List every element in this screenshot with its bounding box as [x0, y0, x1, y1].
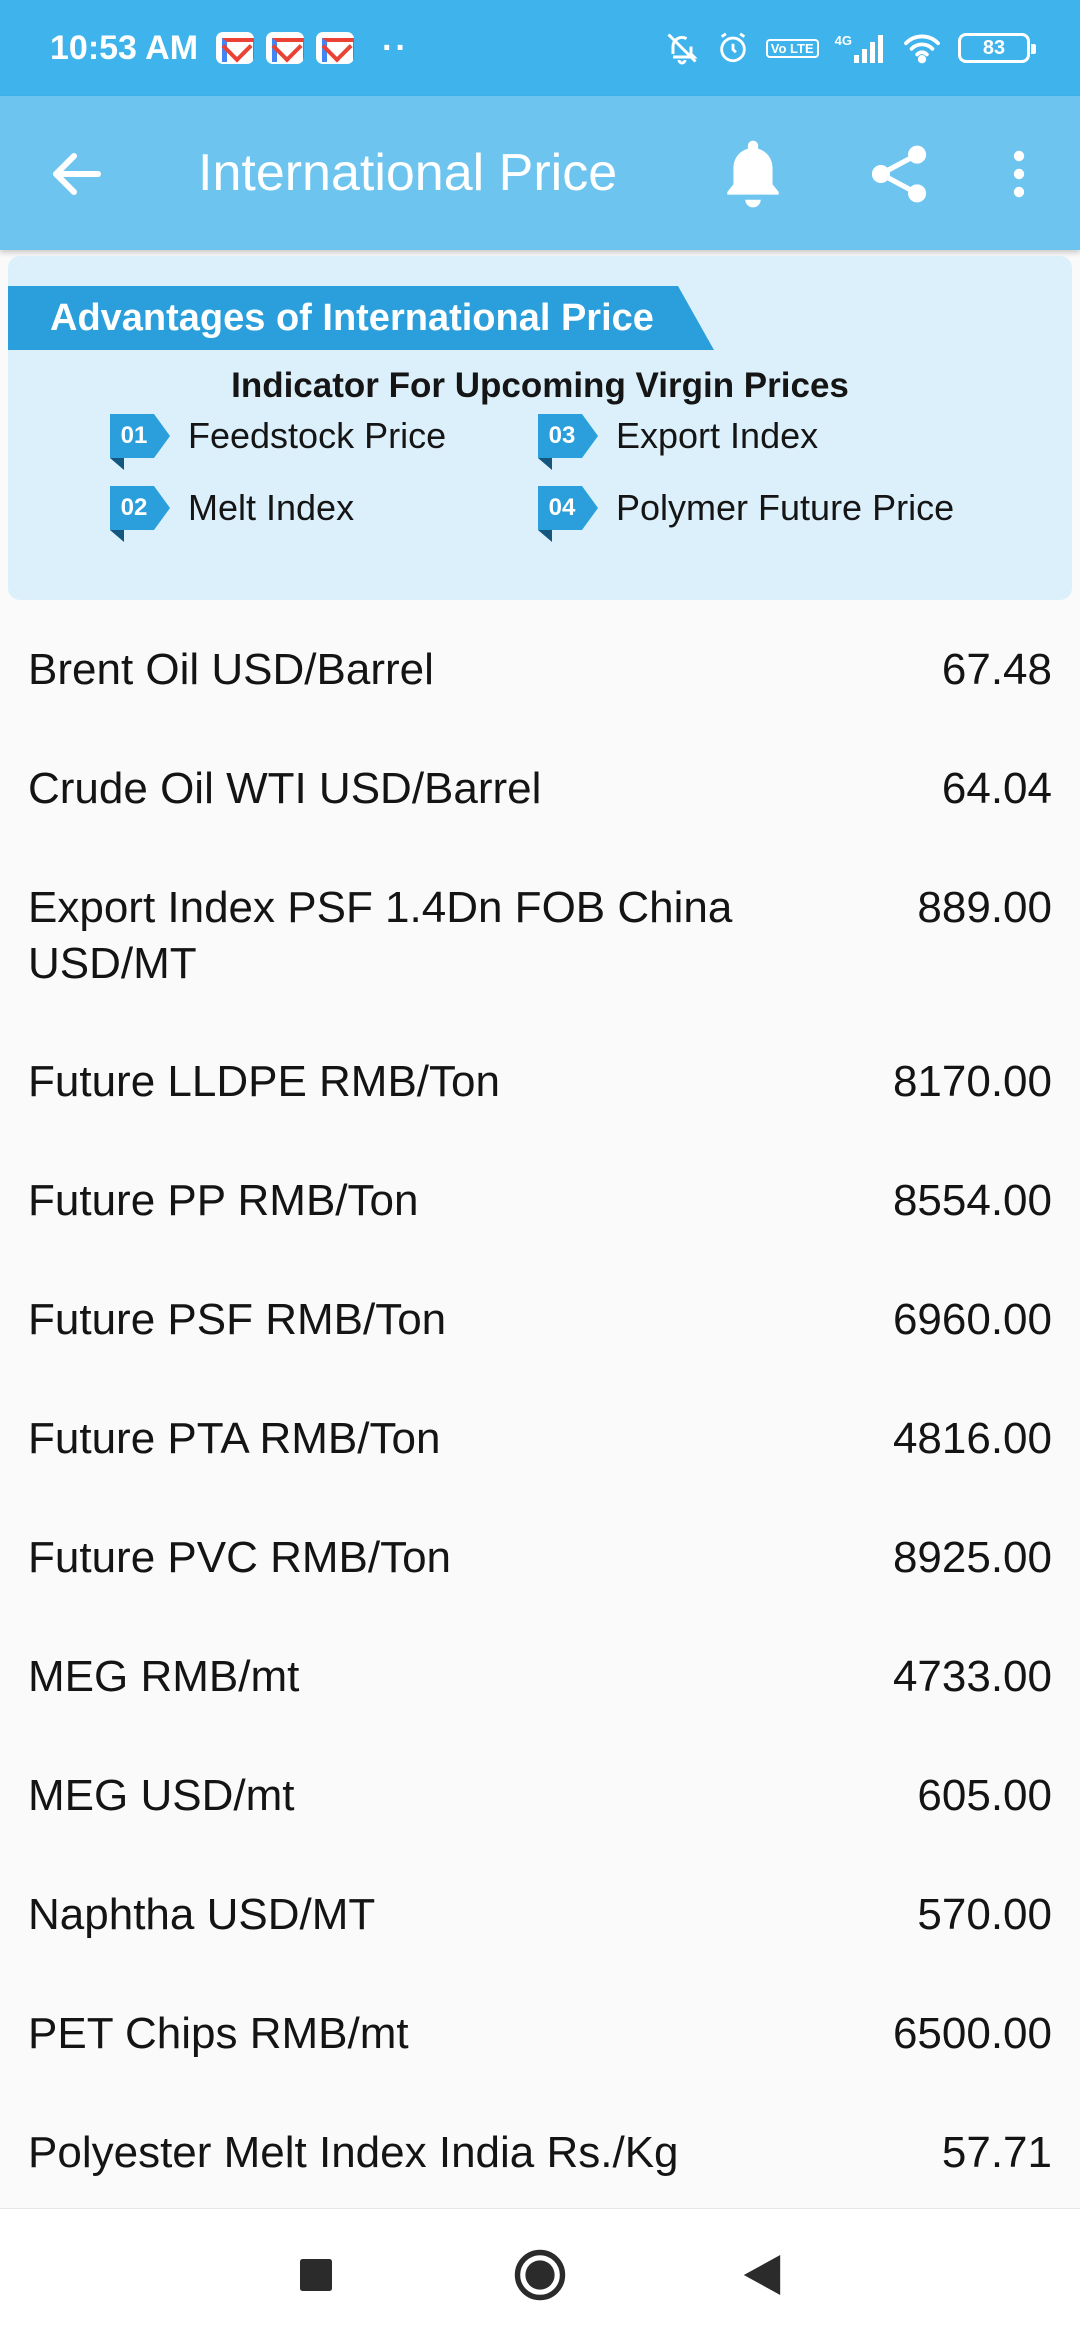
triangle-back-icon — [743, 2255, 781, 2295]
price-row[interactable]: Future PVC RMB/Ton 8925.00 — [0, 1490, 1080, 1609]
notifications-button[interactable] — [718, 136, 788, 212]
advantage-label: Feedstock Price — [188, 415, 447, 456]
price-value: 4816.00 — [892, 1414, 1052, 1463]
advantage-label: Export Index — [616, 415, 819, 456]
bell-off-icon — [664, 30, 700, 66]
number-badge: 01 — [110, 414, 170, 470]
bell-icon — [727, 140, 779, 208]
alarm-icon — [716, 31, 750, 65]
price-value: 889.00 — [917, 883, 1052, 932]
price-name: Future PVC RMB/Ton — [28, 1533, 452, 1582]
share-icon — [871, 145, 927, 203]
recents-button[interactable] — [284, 2243, 348, 2307]
price-name: PET Chips RMB/mt — [28, 2009, 409, 2058]
price-value: 4733.00 — [892, 1652, 1052, 1701]
price-value: 8925.00 — [892, 1533, 1052, 1582]
arrow-left-icon — [53, 153, 101, 195]
page-title: International Price — [198, 144, 618, 202]
price-row[interactable]: Polyester Melt Index India Rs./Kg 57.71 — [0, 2085, 1080, 2204]
advantage-item: 01 Feedstock Price — [110, 406, 447, 470]
signal-icon: 4G — [835, 33, 886, 63]
price-name: Future PSF RMB/Ton — [28, 1295, 447, 1344]
price-value: 6500.00 — [892, 2009, 1052, 2058]
price-list: Brent Oil USD/Barrel 67.48 Crude Oil WTI… — [0, 602, 1080, 2204]
price-name: Polyester Melt Index India Rs./Kg — [28, 2128, 679, 2177]
price-name: Future PTA RMB/Ton — [28, 1414, 441, 1463]
price-row[interactable]: Crude Oil WTI USD/Barrel 64.04 — [0, 721, 1080, 840]
network-type-label: 4G — [834, 33, 852, 48]
back-button[interactable] — [46, 144, 106, 204]
price-row[interactable]: Brent Oil USD/Barrel 67.48 — [0, 602, 1080, 721]
price-row[interactable]: Future PP RMB/Ton 8554.00 — [0, 1133, 1080, 1252]
price-name: Future LLDPE RMB/Ton — [28, 1057, 500, 1106]
price-name: Crude Oil WTI USD/Barrel — [28, 764, 542, 813]
app-toolbar: International Price — [0, 96, 1080, 250]
status-bar: 10:53 AM ·· Vo LTE 4G 83 — [0, 0, 1080, 96]
circle-icon — [514, 2249, 566, 2301]
square-icon — [300, 2259, 332, 2291]
gmail-icon — [216, 32, 255, 64]
price-value: 570.00 — [917, 1890, 1052, 1939]
price-value: 8170.00 — [892, 1057, 1052, 1106]
advantage-item: 02 Melt Index — [110, 478, 355, 542]
app-root: 10:53 AM ·· Vo LTE 4G 83 International P… — [0, 0, 1080, 2340]
battery-indicator: 83 — [958, 33, 1036, 63]
advantage-item: 04 Polymer Future Price — [538, 478, 955, 542]
status-icons: Vo LTE 4G 83 — [664, 30, 1036, 66]
advantage-label: Melt Index — [188, 487, 355, 528]
more-notifications-indicator: ·· — [382, 28, 409, 67]
price-row[interactable]: PET Chips RMB/mt 6500.00 — [0, 1966, 1080, 2085]
overflow-menu-button[interactable] — [996, 136, 1042, 212]
price-row[interactable]: MEG RMB/mt 4733.00 — [0, 1609, 1080, 1728]
price-value: 57.71 — [941, 2128, 1052, 2177]
price-name: Brent Oil USD/Barrel — [28, 645, 434, 694]
home-button[interactable] — [508, 2243, 572, 2307]
price-row[interactable]: Export Index PSF 1.4Dn FOB China USD/MT … — [0, 840, 1080, 1014]
more-vert-icon — [1013, 150, 1025, 198]
price-name: Future PP RMB/Ton — [28, 1176, 419, 1225]
system-nav-bar — [0, 2208, 1080, 2340]
price-value: 64.04 — [941, 764, 1052, 813]
price-name: MEG RMB/mt — [28, 1652, 300, 1701]
banner-heading: Advantages of International Price — [8, 286, 714, 350]
number-badge: 03 — [538, 414, 598, 470]
banner-subheading: Indicator For Upcoming Virgin Prices — [231, 366, 849, 405]
advantage-label: Polymer Future Price — [616, 487, 955, 528]
price-row[interactable]: Naphtha USD/MT 570.00 — [0, 1847, 1080, 1966]
gmail-icon — [316, 32, 355, 64]
price-name: Naphtha USD/MT — [28, 1890, 376, 1939]
gmail-icon — [266, 32, 305, 64]
advantages-banner[interactable]: Advantages of International Price Indica… — [8, 256, 1072, 600]
price-value: 67.48 — [941, 645, 1052, 694]
price-row[interactable]: MEG USD/mt 605.00 — [0, 1728, 1080, 1847]
price-row[interactable]: Future LLDPE RMB/Ton 8170.00 — [0, 1014, 1080, 1133]
price-name: MEG USD/mt — [28, 1771, 295, 1820]
nav-back-button[interactable] — [730, 2243, 794, 2307]
price-name: Export Index PSF 1.4Dn FOB China USD/MT — [28, 883, 733, 988]
advantage-item: 03 Export Index — [538, 406, 819, 470]
price-value: 605.00 — [917, 1771, 1052, 1820]
price-value: 8554.00 — [892, 1176, 1052, 1225]
wifi-icon — [902, 32, 942, 64]
share-button[interactable] — [864, 136, 934, 212]
price-row[interactable]: Future PTA RMB/Ton 4816.00 — [0, 1371, 1080, 1490]
status-time: 10:53 AM — [50, 28, 199, 67]
volte-badge: Vo LTE — [765, 38, 819, 58]
price-row[interactable]: Future PSF RMB/Ton 6960.00 — [0, 1252, 1080, 1371]
number-badge: 04 — [538, 486, 598, 542]
number-badge: 02 — [110, 486, 170, 542]
price-value: 6960.00 — [892, 1295, 1052, 1344]
